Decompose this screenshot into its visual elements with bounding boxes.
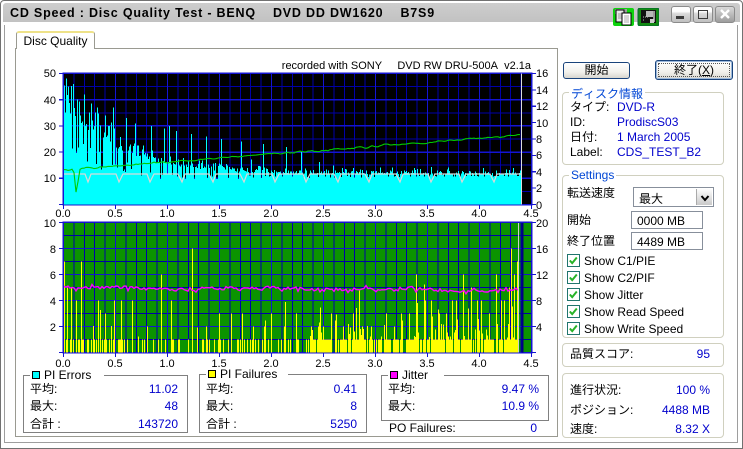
svg-text:10: 10 (44, 173, 56, 185)
svg-text:30: 30 (44, 121, 56, 133)
svg-text:12: 12 (536, 101, 548, 113)
svg-text:20: 20 (44, 147, 56, 159)
svg-text:0.5: 0.5 (107, 208, 122, 220)
svg-text:12: 12 (536, 270, 548, 282)
svg-text:1.0: 1.0 (159, 358, 174, 370)
svg-text:6: 6 (536, 150, 542, 162)
svg-text:4.5: 4.5 (523, 358, 538, 370)
svg-text:0: 0 (536, 200, 542, 212)
svg-text:2: 2 (536, 183, 542, 195)
svg-text:16: 16 (536, 244, 548, 256)
svg-text:20: 20 (536, 218, 548, 230)
svg-text:3.0: 3.0 (367, 358, 382, 370)
svg-text:3.0: 3.0 (367, 208, 382, 220)
svg-text:0.0: 0.0 (55, 208, 70, 220)
svg-text:4.0: 4.0 (471, 358, 486, 370)
svg-text:0.5: 0.5 (107, 358, 122, 370)
svg-text:10: 10 (44, 218, 56, 230)
svg-text:2.5: 2.5 (315, 358, 330, 370)
svg-text:14: 14 (536, 85, 548, 97)
svg-text:4: 4 (536, 167, 542, 179)
svg-text:8: 8 (536, 296, 542, 308)
svg-text:1.0: 1.0 (159, 208, 174, 220)
svg-text:3.5: 3.5 (419, 208, 434, 220)
svg-text:4: 4 (50, 296, 56, 308)
svg-text:1.5: 1.5 (211, 208, 226, 220)
svg-text:2: 2 (50, 322, 56, 334)
svg-text:8: 8 (536, 134, 542, 146)
svg-text:10: 10 (536, 118, 548, 130)
svg-text:50: 50 (44, 68, 56, 80)
svg-text:recorded with SONY DVD RW: recorded with SONY DVD RW DRU-500A v2.1a (282, 60, 532, 72)
svg-text:16: 16 (536, 68, 548, 80)
svg-text:2.5: 2.5 (315, 208, 330, 220)
svg-text:4.0: 4.0 (471, 208, 486, 220)
svg-text:40: 40 (44, 95, 56, 107)
svg-text:4: 4 (536, 322, 542, 334)
svg-text:2.0: 2.0 (263, 208, 278, 220)
svg-text:8: 8 (50, 244, 56, 256)
svg-text:6: 6 (50, 270, 56, 282)
